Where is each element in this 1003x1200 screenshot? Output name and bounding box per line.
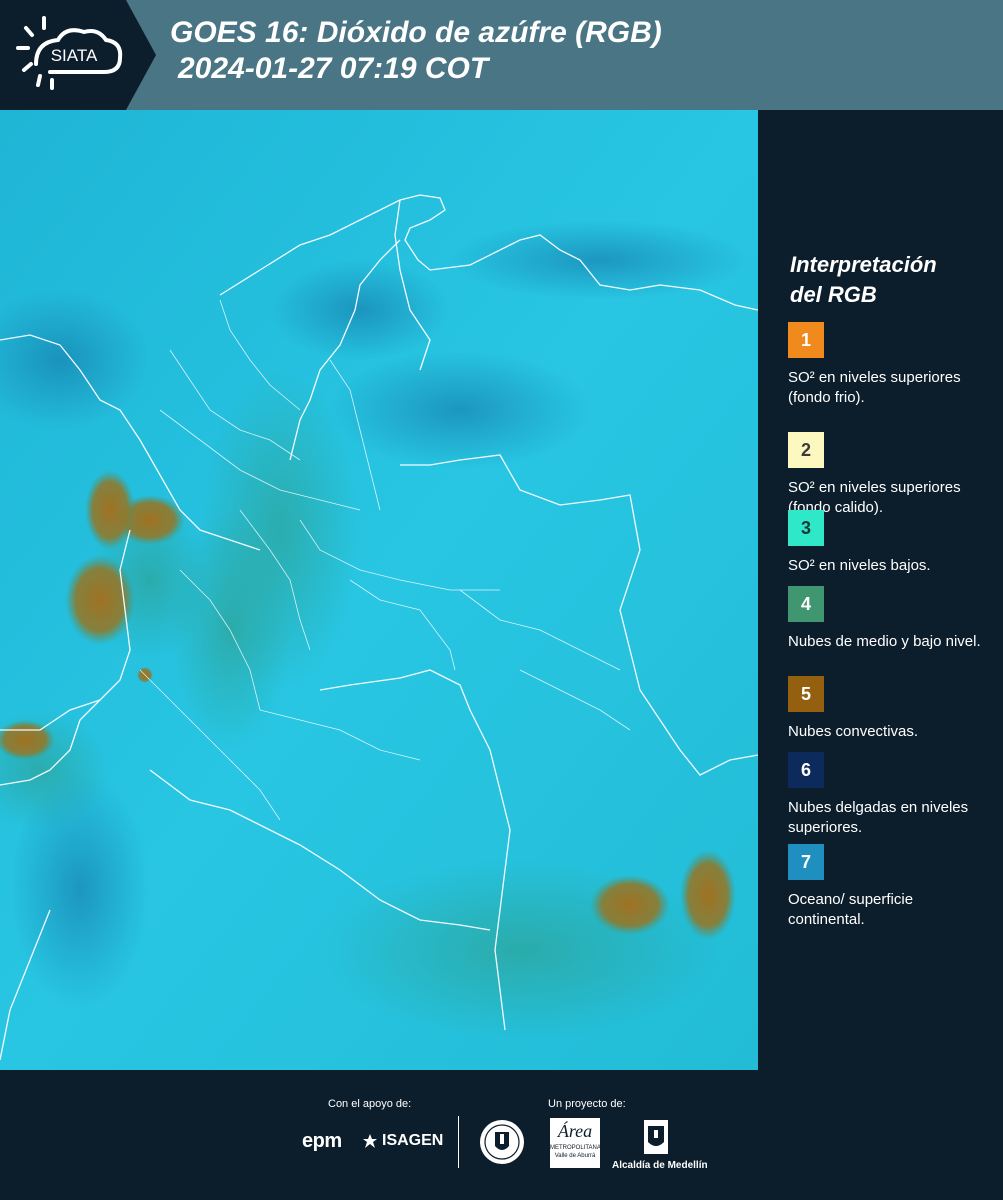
legend-item-3: 3 SO² en niveles bajos. <box>788 510 988 576</box>
isagen-text: ISAGEN <box>382 1132 444 1149</box>
header-bar: SIATA GOES 16: Dióxido de azúfre (RGB) 2… <box>0 0 1003 110</box>
title-line-1: GOES 16: Dióxido de azúfre (RGB) <box>170 16 662 49</box>
legend-swatch: 1 <box>788 322 824 358</box>
legend-title-line-2: del RGB <box>790 282 877 307</box>
legend-swatch: 5 <box>788 676 824 712</box>
satellite-map <box>0 110 759 1070</box>
area-metropolitana-logo: Área METROPOLITANA Valle de Aburrá <box>550 1118 601 1168</box>
isagen-logo: ISAGEN <box>362 1132 443 1150</box>
area-name: Área <box>557 1121 593 1141</box>
legend-swatch: 3 <box>788 510 824 546</box>
footer-divider <box>458 1116 459 1168</box>
legend-swatch: 4 <box>788 586 824 622</box>
legend-item-5: 5 Nubes convectivas. <box>788 676 988 742</box>
alcaldia-label: Alcaldía de Medellín <box>612 1160 708 1171</box>
legend-panel: Interpretación del RGB 1 SO² en niveles s… <box>758 110 1003 1070</box>
legend-text: Oceano/ superficie continental. <box>788 891 914 928</box>
legend-swatch: 6 <box>788 752 824 788</box>
legend-text: Nubes convectivas. <box>788 723 919 740</box>
title-line-2: 2024-01-27 07:19 COT <box>178 52 489 85</box>
legend-title-line-1: Interpretación <box>790 252 937 277</box>
isagen-icon <box>363 1134 377 1148</box>
page-title: GOES 16: Dióxido de azúfre (RGB) 2024-01… <box>170 15 662 87</box>
medellin-seal-logo <box>478 1118 526 1171</box>
epm-logo: epm <box>302 1130 342 1152</box>
legend-swatch: 2 <box>788 432 824 468</box>
thin-cloud-area <box>330 350 590 470</box>
area-sub-1: METROPOLITANA <box>550 1145 601 1151</box>
legend-text: SO² en niveles superiores (fondo frio). <box>788 369 961 406</box>
legend-text: Nubes delgadas en niveles superiores. <box>788 799 969 836</box>
map-svg <box>0 110 759 1070</box>
legend-title: Interpretación del RGB <box>790 250 937 310</box>
convective-cloud <box>65 555 135 645</box>
project-label: Un proyecto de: <box>548 1098 626 1110</box>
area-sub-2: Valle de Aburrá <box>554 1153 596 1159</box>
legend-item-1: 1 SO² en niveles superiores (fondo frio). <box>788 322 988 408</box>
legend-text: Nubes de medio y bajo nivel. <box>788 633 981 650</box>
legend-swatch: 7 <box>788 844 824 880</box>
legend-item-4: 4 Nubes de medio y bajo nivel. <box>788 586 988 652</box>
footer: Con el apoyo de: Un proyecto de: epm ISA… <box>0 1070 1003 1200</box>
legend-text: SO² en niveles bajos. <box>788 557 931 574</box>
legend-item-2: 2 SO² en niveles superiores (fondo calido… <box>788 432 988 518</box>
alcaldia-shield-icon <box>642 1118 670 1161</box>
legend-item-6: 6 Nubes delgadas en niveles superiores. <box>788 752 988 838</box>
siata-logo: SIATA <box>0 0 156 110</box>
support-label: Con el apoyo de: <box>328 1098 412 1110</box>
legend-item-7: 7 Oceano/ superficie continental. <box>788 844 988 930</box>
siata-logo-text: SIATA <box>51 46 98 65</box>
